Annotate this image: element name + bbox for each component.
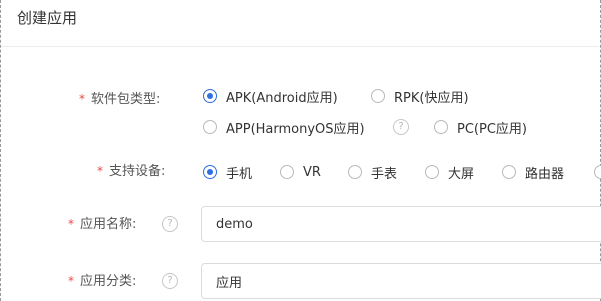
radio-device-phone[interactable]: 手机 — [203, 162, 252, 182]
radio-indicator — [425, 165, 439, 179]
app-name-label-text: 应用名称: — [80, 217, 137, 232]
app-category-value: 应用 — [216, 275, 243, 291]
radio-indicator — [502, 165, 516, 179]
radio-indicator — [594, 165, 601, 179]
devices-label: * 支持设备: — [97, 161, 165, 182]
radio-indicator — [280, 165, 294, 179]
app-category-label-text: 应用分类: — [80, 274, 137, 289]
package-type-label-text: 软件包类型: — [91, 92, 161, 107]
page-title: 创建应用 — [17, 9, 78, 27]
radio-indicator — [348, 165, 362, 179]
radio-selected-indicator — [203, 165, 217, 179]
question-circle-icon[interactable]: ? — [393, 119, 409, 135]
radio-device-more[interactable] — [594, 162, 601, 182]
app-category-select[interactable]: 应用 — [201, 263, 601, 299]
radio-device-watch[interactable]: 手表 — [348, 162, 397, 182]
radio-device-router-label: 路由器 — [525, 166, 565, 182]
app-name-label: * 应用名称: — [68, 214, 136, 235]
radio-device-watch-label: 手表 — [371, 166, 398, 182]
required-mark: * — [68, 274, 74, 288]
radio-device-vr[interactable]: VR — [280, 162, 321, 182]
radio-package-apk[interactable]: APK(Android应用) — [203, 86, 338, 106]
question-circle-icon[interactable]: ? — [162, 273, 178, 289]
app-name-input[interactable]: demo — [201, 206, 601, 242]
radio-device-phone-label: 手机 — [226, 166, 253, 182]
radio-package-rpk[interactable]: RPK(快应用) — [371, 86, 469, 106]
radio-device-vr-label: VR — [303, 164, 321, 180]
radio-device-router[interactable]: 路由器 — [502, 162, 564, 182]
radio-package-app[interactable]: APP(HarmonyOS应用) — [203, 117, 365, 137]
radio-indicator — [203, 120, 217, 134]
radio-package-pc-label: PC(PC应用) — [457, 121, 527, 137]
radio-device-screen-label: 大屏 — [448, 166, 475, 182]
radio-selected-indicator — [203, 89, 217, 103]
question-circle-icon[interactable]: ? — [162, 216, 178, 232]
radio-package-app-label: APP(HarmonyOS应用) — [226, 121, 365, 137]
devices-label-text: 支持设备: — [109, 164, 166, 179]
package-type-label: * 软件包类型: — [79, 89, 160, 110]
app-name-value: demo — [216, 216, 253, 232]
required-mark: * — [79, 92, 85, 106]
required-mark: * — [68, 217, 74, 231]
radio-indicator — [371, 89, 385, 103]
radio-device-screen[interactable]: 大屏 — [425, 162, 474, 182]
radio-package-rpk-label: RPK(快应用) — [394, 90, 469, 106]
radio-indicator — [434, 120, 448, 134]
radio-package-apk-label: APK(Android应用) — [226, 90, 338, 106]
radio-package-pc[interactable]: PC(PC应用) — [434, 117, 527, 137]
app-category-label: * 应用分类: — [68, 271, 136, 292]
required-mark: * — [97, 164, 103, 178]
title-divider — [1, 46, 599, 47]
